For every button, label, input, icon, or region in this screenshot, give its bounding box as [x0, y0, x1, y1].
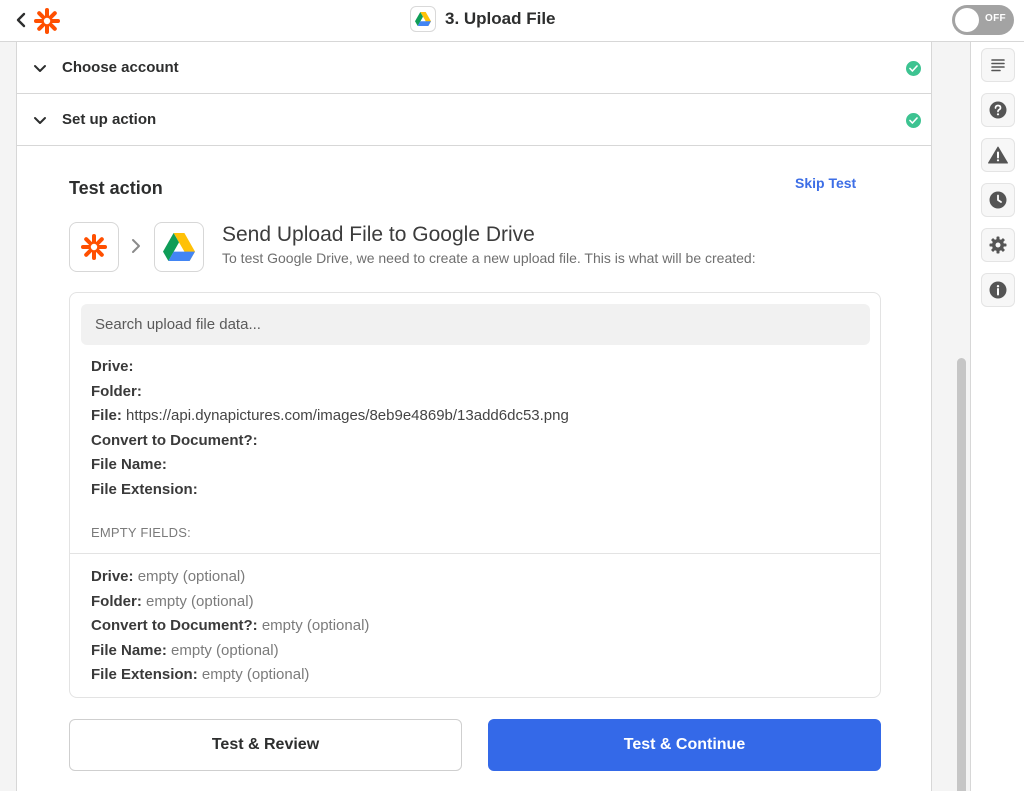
back-chevron-icon[interactable]	[14, 11, 28, 29]
page-title: 3. Upload File	[445, 9, 556, 28]
field-value: https://api.dynapictures.com/images/8eb9…	[126, 407, 569, 424]
empty-field-row: File Extension: empty (optional)	[91, 666, 309, 683]
divider	[70, 553, 880, 554]
step-title-group: 3. Upload File	[410, 6, 556, 32]
outline-icon[interactable]	[981, 48, 1015, 82]
field-row: Convert to Document?:	[91, 432, 258, 449]
zapier-logo-icon[interactable]	[34, 8, 60, 34]
field-label: File Name:	[91, 642, 167, 659]
send-subtitle: To test Google Drive, we need to create …	[222, 250, 756, 266]
field-row: Drive:	[91, 358, 134, 375]
step-label: Choose account	[62, 59, 179, 76]
field-value: empty (optional)	[137, 568, 246, 585]
top-bar: 3. Upload File OFF	[0, 0, 1024, 42]
alert-icon[interactable]	[981, 138, 1015, 172]
field-label: File:	[91, 407, 122, 424]
field-label: File Extension:	[91, 666, 198, 683]
empty-field-row: Folder: empty (optional)	[91, 593, 254, 610]
toggle-knob	[955, 8, 979, 32]
help-icon[interactable]	[981, 93, 1015, 127]
step-panel: Choose account Set up action Test action…	[16, 42, 932, 791]
step-set-up-action[interactable]: Set up action	[17, 94, 931, 146]
field-label: Drive:	[91, 358, 134, 375]
field-row: File Extension:	[91, 481, 198, 498]
empty-fields-heading: EMPTY FIELDS:	[91, 525, 191, 540]
skip-test-link[interactable]: Skip Test	[795, 175, 856, 191]
chevron-right-icon	[131, 238, 141, 259]
field-row: File Name:	[91, 456, 167, 473]
field-label: Drive:	[91, 568, 134, 585]
zap-on-off-toggle[interactable]: OFF	[952, 5, 1014, 35]
field-label: Folder:	[91, 593, 142, 610]
field-row: Folder:	[91, 383, 142, 400]
field-label: Convert to Document?:	[91, 432, 258, 449]
field-value: empty (optional)	[146, 593, 254, 610]
send-title: Send Upload File to Google Drive	[222, 223, 535, 246]
check-circle-icon	[906, 113, 921, 128]
field-label: Folder:	[91, 383, 142, 400]
check-circle-icon	[906, 61, 921, 76]
search-input[interactable]	[81, 304, 870, 345]
empty-field-row: File Name: empty (optional)	[91, 642, 279, 659]
field-label: Convert to Document?:	[91, 617, 258, 634]
chevron-down-icon	[33, 61, 47, 79]
field-label: File Name:	[91, 456, 167, 473]
step-label: Set up action	[62, 111, 157, 128]
field-row: File: https://api.dynapictures.com/image…	[91, 407, 569, 424]
right-sidebar	[970, 42, 1024, 791]
step-choose-account[interactable]: Choose account	[17, 42, 931, 94]
upload-file-data-box: Drive: Folder: File: https://api.dynapic…	[69, 292, 881, 698]
test-action-heading: Test action	[69, 178, 163, 198]
google-drive-icon	[410, 6, 436, 32]
test-and-continue-button[interactable]: Test & Continue	[488, 719, 881, 771]
field-value: empty (optional)	[261, 617, 370, 634]
history-icon[interactable]	[981, 183, 1015, 217]
test-and-review-button[interactable]: Test & Review	[69, 719, 462, 771]
info-icon[interactable]	[981, 273, 1015, 307]
chevron-down-icon	[33, 113, 47, 131]
toggle-label: OFF	[985, 13, 1006, 24]
field-value: empty (optional)	[171, 642, 279, 659]
field-label: File Extension:	[91, 481, 198, 498]
empty-field-row: Convert to Document?: empty (optional)	[91, 617, 369, 634]
zapier-app-icon	[69, 222, 119, 272]
empty-field-row: Drive: empty (optional)	[91, 568, 245, 585]
settings-icon[interactable]	[981, 228, 1015, 262]
scrollbar-thumb[interactable]	[957, 358, 966, 791]
field-value: empty (optional)	[201, 666, 310, 683]
google-drive-app-icon	[154, 222, 204, 272]
